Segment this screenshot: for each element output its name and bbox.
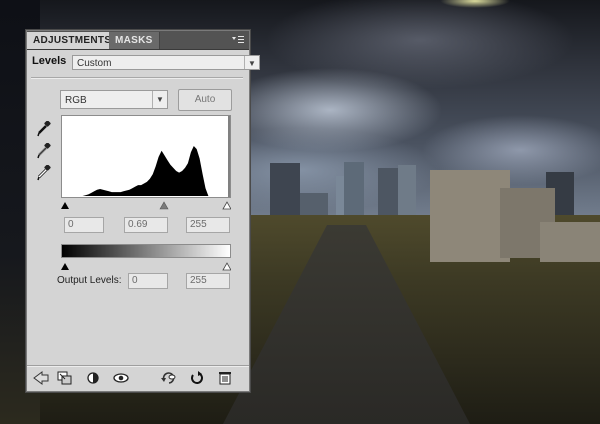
clip-to-layer-icon[interactable]: [57, 371, 73, 385]
preset-select[interactable]: Custom ▼: [72, 55, 260, 70]
panel-tab-bar: ADJUSTMENTS MASKS: [27, 31, 249, 50]
back-arrow-icon[interactable]: [33, 371, 49, 385]
trash-icon[interactable]: [217, 371, 233, 385]
city-building: [270, 163, 300, 215]
histogram-shape: [62, 146, 226, 196]
city-building: [344, 162, 364, 215]
tab-adjustments[interactable]: ADJUSTMENTS: [27, 32, 119, 49]
input-white-field[interactable]: 255: [186, 217, 230, 233]
black-output-handle: [61, 263, 69, 270]
city-building: [378, 168, 398, 215]
mask-visibility-icon[interactable]: [85, 371, 101, 385]
stone-fort-wall: [540, 222, 600, 262]
black-input-handle: [61, 202, 69, 209]
previous-state-icon[interactable]: [161, 371, 177, 385]
output-gradient-bar: [61, 244, 231, 258]
adjustments-panel: ADJUSTMENTS MASKS Levels Custom ▼ RGB ▼ …: [26, 30, 260, 392]
histogram: [61, 115, 231, 198]
output-black-field[interactable]: 0: [128, 273, 168, 289]
eye-icon[interactable]: [113, 371, 129, 385]
gamma-input-handle: [159, 201, 169, 210]
chevron-down-icon: ▼: [244, 56, 259, 69]
city-building: [300, 193, 328, 215]
city-building: [398, 165, 416, 215]
channel-select-value: RGB: [65, 95, 87, 106]
black-point-eyedropper-icon[interactable]: [37, 120, 51, 137]
histogram-graph: [62, 116, 230, 197]
input-gamma-field[interactable]: 0.69: [124, 217, 168, 233]
input-black-field[interactable]: 0: [64, 217, 104, 233]
input-levels-slider[interactable]: [61, 197, 232, 210]
white-output-handle: [222, 262, 232, 271]
white-point-eyedropper-icon[interactable]: [37, 164, 51, 181]
chevron-down-icon: ▼: [152, 91, 167, 108]
output-levels-label: Output Levels:: [57, 275, 122, 286]
white-input-handle: [222, 201, 232, 210]
preset-select-value: Custom: [77, 58, 112, 69]
adjustment-title: Levels: [32, 55, 67, 67]
tab-masks[interactable]: MASKS: [109, 32, 160, 49]
stone-fort: [430, 170, 510, 262]
auto-button[interactable]: Auto: [178, 89, 232, 111]
output-levels-slider[interactable]: [61, 258, 232, 271]
panel-menu-icon[interactable]: [231, 34, 245, 45]
output-white-field[interactable]: 255: [186, 273, 230, 289]
reset-icon[interactable]: [189, 371, 205, 385]
divider: [31, 77, 243, 79]
gray-point-eyedropper-icon[interactable]: [37, 142, 51, 159]
channel-select[interactable]: RGB ▼: [60, 90, 168, 109]
divider: [27, 365, 249, 367]
